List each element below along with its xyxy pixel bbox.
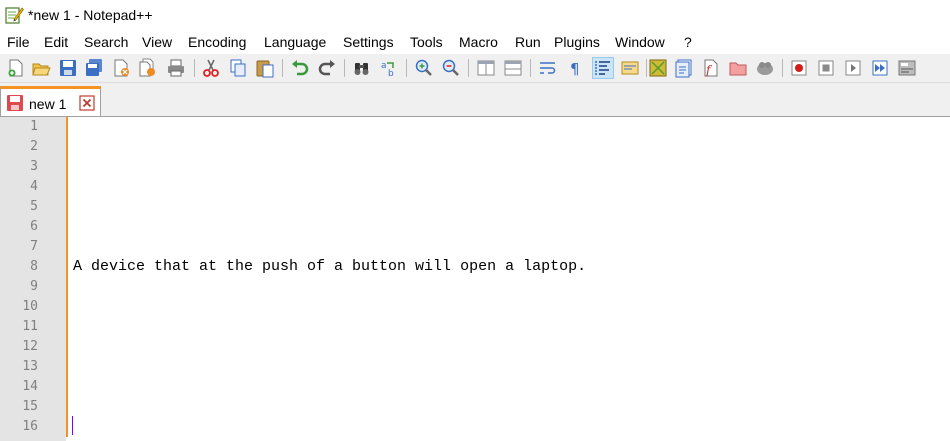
line-number: 10: [22, 299, 38, 314]
text-line-8[interactable]: A device that at the push of a button wi…: [73, 257, 586, 277]
line-number: 2: [30, 139, 38, 154]
redo-icon[interactable]: [317, 58, 337, 78]
line-number: 1: [30, 119, 38, 134]
save-all-icon[interactable]: [84, 58, 104, 78]
menu-bar: File Edit Search View Encoding Language …: [0, 30, 950, 54]
playback-icon[interactable]: [843, 58, 863, 78]
copy-icon[interactable]: [228, 58, 248, 78]
svg-text:¶: ¶: [570, 60, 580, 78]
menu-language[interactable]: Language: [264, 34, 326, 50]
folder-as-workspace-icon[interactable]: f: [701, 58, 721, 78]
tab-bar: new 1: [0, 83, 950, 117]
svg-text:a: a: [381, 61, 387, 71]
word-wrap-icon[interactable]: [538, 58, 558, 78]
notepad-plus-plus-icon: [5, 7, 24, 24]
menu-settings[interactable]: Settings: [343, 34, 394, 50]
zoom-out-icon[interactable]: [441, 58, 461, 78]
menu-plugins[interactable]: Plugins: [554, 34, 600, 50]
menu-file[interactable]: File: [7, 34, 30, 50]
toolbar-separator: [468, 59, 469, 77]
close-tab-icon[interactable]: [79, 95, 95, 111]
undo-icon[interactable]: [290, 58, 310, 78]
toolbar-separator: [282, 59, 283, 77]
open-file-icon[interactable]: [31, 58, 51, 78]
menu-view[interactable]: View: [142, 34, 172, 50]
window-title: *new 1 - Notepad++: [28, 7, 153, 23]
line-number: 12: [22, 339, 38, 354]
new-file-icon[interactable]: [6, 58, 26, 78]
toolbar-separator: [194, 59, 195, 77]
paste-icon[interactable]: [255, 58, 275, 78]
close-all-icon[interactable]: [138, 58, 158, 78]
line-number: 15: [22, 399, 38, 414]
print-icon[interactable]: [166, 58, 186, 78]
tab-new-1[interactable]: new 1: [0, 86, 101, 116]
sync-vertical-scroll-icon[interactable]: [476, 58, 496, 78]
toolbar-separator: [530, 59, 531, 77]
menu-help[interactable]: ?: [684, 34, 692, 50]
line-number: 4: [30, 179, 38, 194]
indent-guide-icon[interactable]: [592, 57, 614, 79]
run-macro-multiple-icon[interactable]: [870, 58, 890, 78]
line-number: 9: [30, 279, 38, 294]
user-defined-language-icon[interactable]: [620, 58, 640, 78]
title-bar: *new 1 - Notepad++: [0, 0, 950, 30]
find-icon[interactable]: [352, 58, 372, 78]
editor-area[interactable]: 1 2 3 4 5 6 7 8 9 10 11 12 13 14 15 16 A…: [0, 117, 950, 441]
line-number: 16: [22, 419, 38, 434]
toolbar-separator: [406, 59, 407, 77]
monitoring-icon[interactable]: [755, 58, 775, 78]
svg-text:b: b: [388, 69, 394, 78]
toolbar: ab ¶ f: [0, 54, 950, 83]
line-number-gutter: 1 2 3 4 5 6 7 8 9 10 11 12 13 14 15 16: [0, 117, 66, 441]
zoom-in-icon[interactable]: [414, 58, 434, 78]
line-number: 8: [30, 259, 38, 274]
unsaved-file-icon: [7, 95, 23, 111]
document-map-icon[interactable]: [648, 58, 668, 78]
line-number: 3: [30, 159, 38, 174]
line-number: 11: [22, 319, 38, 334]
save-macro-icon[interactable]: [897, 58, 917, 78]
function-list-icon[interactable]: [674, 58, 694, 78]
fold-margin: [66, 117, 68, 437]
start-recording-icon[interactable]: [789, 58, 809, 78]
toolbar-separator: [782, 59, 783, 77]
menu-search[interactable]: Search: [84, 34, 128, 50]
menu-macro[interactable]: Macro: [459, 34, 498, 50]
menu-edit[interactable]: Edit: [44, 34, 68, 50]
line-number: 14: [22, 379, 38, 394]
folder-icon[interactable]: [728, 58, 748, 78]
toolbar-separator: [646, 59, 647, 77]
line-number: 5: [30, 199, 38, 214]
tab-label: new 1: [29, 96, 67, 112]
save-icon[interactable]: [58, 58, 78, 78]
menu-encoding[interactable]: Encoding: [188, 34, 246, 50]
menu-run[interactable]: Run: [515, 34, 541, 50]
close-file-icon[interactable]: [112, 58, 132, 78]
line-number: 13: [22, 359, 38, 374]
cut-icon[interactable]: [201, 58, 221, 78]
replace-icon[interactable]: ab: [379, 58, 399, 78]
toolbar-separator: [344, 59, 345, 77]
line-number: 6: [30, 219, 38, 234]
menu-tools[interactable]: Tools: [410, 34, 443, 50]
line-number: 7: [30, 239, 38, 254]
stop-recording-icon[interactable]: [816, 58, 836, 78]
sync-horizontal-scroll-icon[interactable]: [503, 58, 523, 78]
menu-window[interactable]: Window: [615, 34, 665, 50]
text-caret: [72, 416, 73, 435]
show-all-characters-icon[interactable]: ¶: [565, 58, 585, 78]
